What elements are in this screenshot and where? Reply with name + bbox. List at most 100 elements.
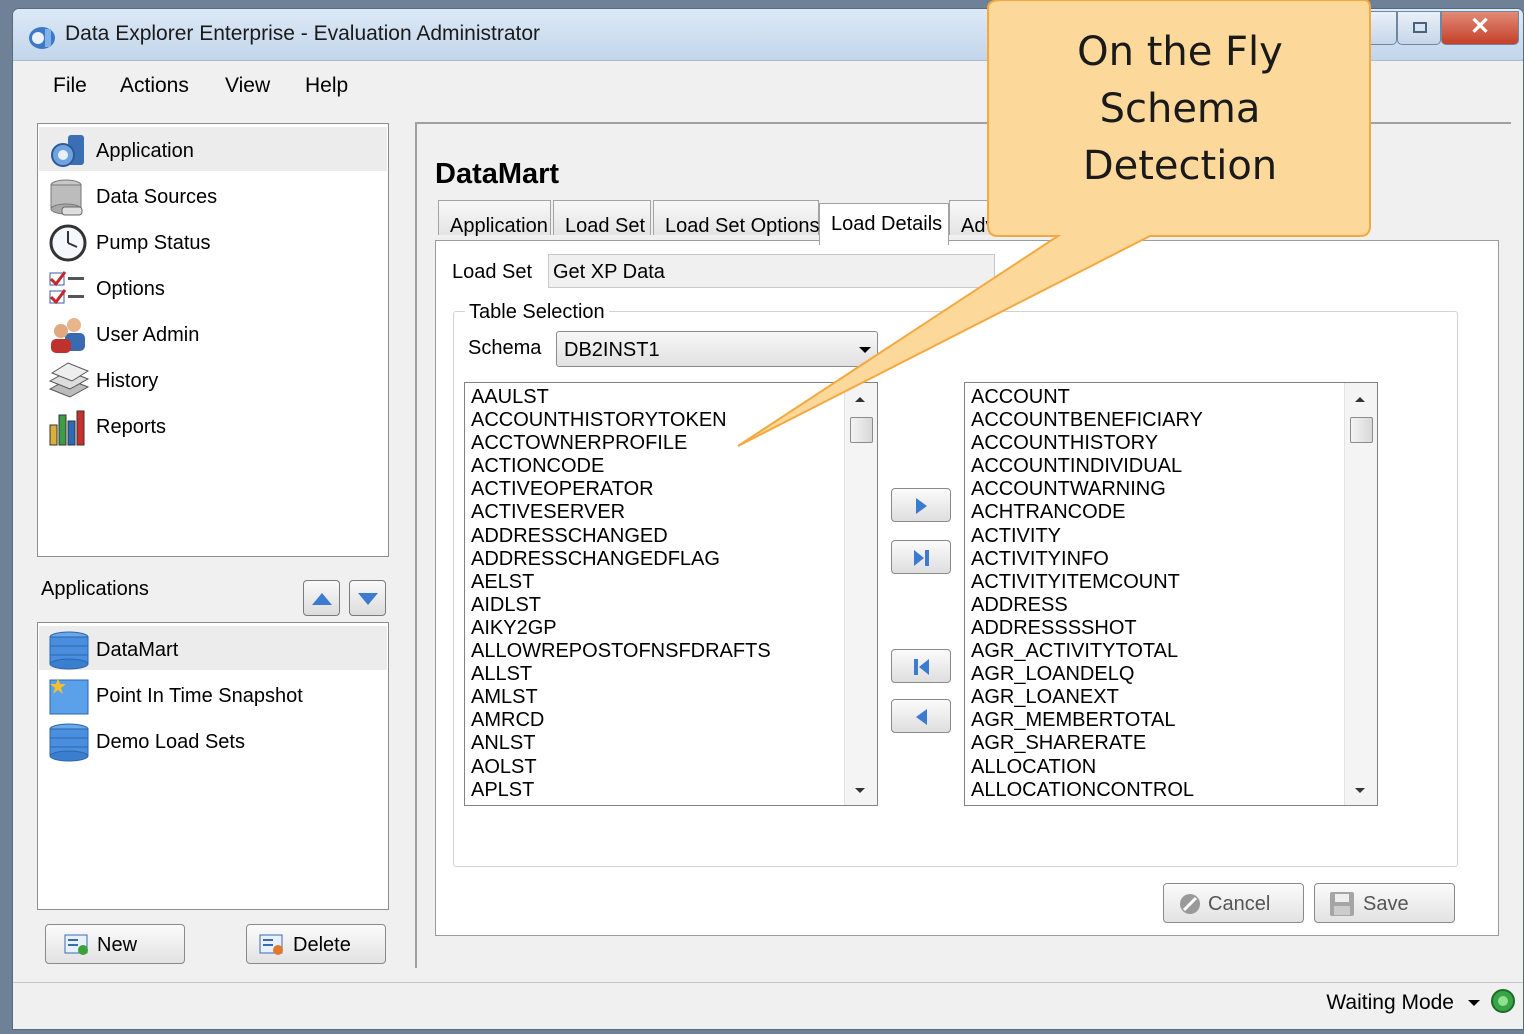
app-item-datamart[interactable]: DataMart (39, 626, 387, 670)
app-item-demo-load-sets[interactable]: Demo Load Sets (48, 718, 378, 762)
status-text: Waiting Mode (1326, 991, 1454, 1014)
list-item[interactable]: ALLOWREPOSTOFNSFDRAFTS (471, 640, 771, 663)
nav-item-history[interactable]: History (48, 357, 378, 401)
close-button[interactable]: ✕ (1441, 11, 1519, 45)
selected-tables-list[interactable]: ACCOUNT ACCOUNTBENEFICIARY ACCOUNTHISTORY A… (964, 382, 1378, 806)
triangle-down-icon (358, 593, 378, 605)
scroll-thumb[interactable] (1350, 417, 1373, 443)
selected-tables-scrollbar[interactable] (1344, 383, 1377, 805)
new-button[interactable]: New (45, 924, 185, 964)
list-item[interactable]: ACTIVITYINFO (971, 548, 1203, 571)
list-item[interactable]: ACHTRANCODE (971, 501, 1203, 524)
list-item[interactable]: ALLST (471, 663, 771, 686)
list-item[interactable]: ALLOCATION (971, 756, 1203, 779)
delete-button[interactable]: Delete (246, 924, 386, 964)
list-item[interactable]: AIDLST (471, 594, 771, 617)
app-item-point-in-time-snapshot[interactable]: Point In Time Snapshot (48, 672, 378, 716)
add-selected-button[interactable] (891, 488, 951, 522)
maximize-icon (1413, 22, 1427, 33)
callout-line: On the Fly (1077, 29, 1283, 75)
list-item[interactable]: ACCOUNT (971, 386, 1203, 409)
save-button[interactable]: Save (1314, 883, 1455, 923)
list-item[interactable]: AGR_SHARERATE (971, 732, 1203, 755)
tab-load-set-options[interactable]: Load Set Options (653, 200, 820, 237)
nav-item-application[interactable]: Application (39, 127, 387, 171)
app-label: Demo Load Sets (96, 731, 245, 753)
list-item[interactable]: AGR_LOANEXT (971, 686, 1203, 709)
list-item[interactable]: ACCOUNTHISTORY (971, 432, 1203, 455)
list-item[interactable]: ACCOUNTINDIVIDUAL (971, 455, 1203, 478)
scroll-up-icon[interactable] (855, 397, 865, 402)
nav-item-options[interactable]: Options (48, 265, 378, 309)
list-item[interactable]: ACTIVITY (971, 525, 1203, 548)
menu-help[interactable]: Help (305, 74, 348, 98)
list-item[interactable]: AGR_LOANDELQ (971, 663, 1203, 686)
move-up-button[interactable] (303, 580, 340, 616)
menu-file[interactable]: File (53, 74, 87, 98)
tab-load-set[interactable]: Load Set (553, 200, 651, 237)
add-all-button[interactable] (891, 540, 951, 574)
list-item[interactable]: ADDRESSCHANGEDFLAG (471, 548, 771, 571)
list-item[interactable]: ACCOUNTBENEFICIARY (971, 409, 1203, 432)
snapshot-icon (49, 678, 89, 715)
status-globe-icon (1491, 989, 1515, 1013)
checklist-icon (49, 271, 84, 305)
list-item[interactable]: AELST (471, 571, 771, 594)
list-item[interactable]: AMRCD (471, 709, 771, 732)
scroll-down-icon[interactable] (1355, 788, 1365, 793)
cancel-button[interactable]: Cancel (1163, 883, 1304, 923)
list-item[interactable]: AGR_ACTIVITYTOTAL (971, 640, 1203, 663)
list-item[interactable]: AAULST (471, 386, 771, 409)
users-icon (51, 318, 85, 353)
schema-label: Schema (468, 337, 542, 359)
list-item[interactable]: ACCOUNTWARNING (971, 478, 1203, 501)
available-tables-list[interactable]: AAULST ACCOUNTHISTORYTOKEN ACCTOWNERPROFIL… (464, 382, 878, 806)
list-item[interactable]: ADDRESSCHANGED (471, 525, 771, 548)
list-item[interactable]: APLST (471, 779, 771, 802)
list-item[interactable]: ACTIVITYITEMCOUNT (971, 571, 1203, 594)
chevron-down-icon (859, 347, 871, 353)
selected-tables-items: ACCOUNT ACCOUNTBENEFICIARY ACCOUNTHISTORY A… (971, 386, 1203, 802)
list-item[interactable]: ACCOUNTHISTORYTOKEN (471, 409, 771, 432)
list-item[interactable]: AMLST (471, 686, 771, 709)
scroll-up-icon[interactable] (1355, 397, 1365, 402)
nav-item-pump-status[interactable]: Pump Status (48, 219, 378, 263)
move-down-button[interactable] (349, 580, 386, 616)
load-set-label: Load Set (452, 261, 533, 283)
tab-load-details[interactable]: Load Details (819, 203, 949, 245)
nav-label: User Admin (96, 324, 200, 346)
remove-selected-button[interactable] (891, 699, 951, 733)
app-icon (29, 27, 55, 49)
nav-item-user-admin[interactable]: User Admin (48, 311, 378, 355)
scroll-down-icon[interactable] (855, 788, 865, 793)
list-item[interactable]: ACTIONCODE (471, 455, 771, 478)
list-item[interactable]: ADDRESS (971, 594, 1203, 617)
list-item[interactable]: AGR_MEMBERTOTAL (971, 709, 1203, 732)
tab-application[interactable]: Application (438, 200, 551, 237)
list-item[interactable]: ANLST (471, 732, 771, 755)
list-item[interactable]: ALLOCATIONCONTROL (971, 779, 1203, 802)
nav-item-reports[interactable]: Reports (48, 403, 378, 447)
tab-label: Load Details (831, 213, 943, 235)
tab-advanced[interactable]: Adva (949, 200, 1019, 237)
menu-actions[interactable]: Actions (120, 74, 189, 98)
schema-dropdown[interactable]: DB2INST1 (556, 331, 878, 367)
available-tables-scrollbar[interactable] (844, 383, 877, 805)
arrow-left-end-icon (914, 659, 929, 675)
list-item[interactable]: AOLST (471, 756, 771, 779)
list-item[interactable]: ACTIVESERVER (471, 501, 771, 524)
maximize-button[interactable] (1397, 11, 1441, 45)
arrow-right-icon (916, 498, 927, 514)
list-item[interactable]: ACTIVEOPERATOR (471, 478, 771, 501)
list-item[interactable]: ACCTOWNERPROFILE (471, 432, 771, 455)
menu-view[interactable]: View (225, 74, 270, 98)
available-tables-items: AAULST ACCOUNTHISTORYTOKEN ACCTOWNERPROFIL… (471, 386, 771, 802)
navigation-panel: Application Data Sources Pump Status Opt… (37, 123, 389, 557)
remove-all-button[interactable] (891, 649, 951, 683)
nav-item-data-sources[interactable]: Data Sources (48, 173, 378, 217)
list-item[interactable]: ADDRESSSSHOT (971, 617, 1203, 640)
new-label: New (97, 934, 138, 956)
list-item[interactable]: AIKY2GP (471, 617, 771, 640)
scroll-thumb[interactable] (850, 417, 873, 443)
status-dropdown-icon[interactable] (1468, 1000, 1480, 1006)
